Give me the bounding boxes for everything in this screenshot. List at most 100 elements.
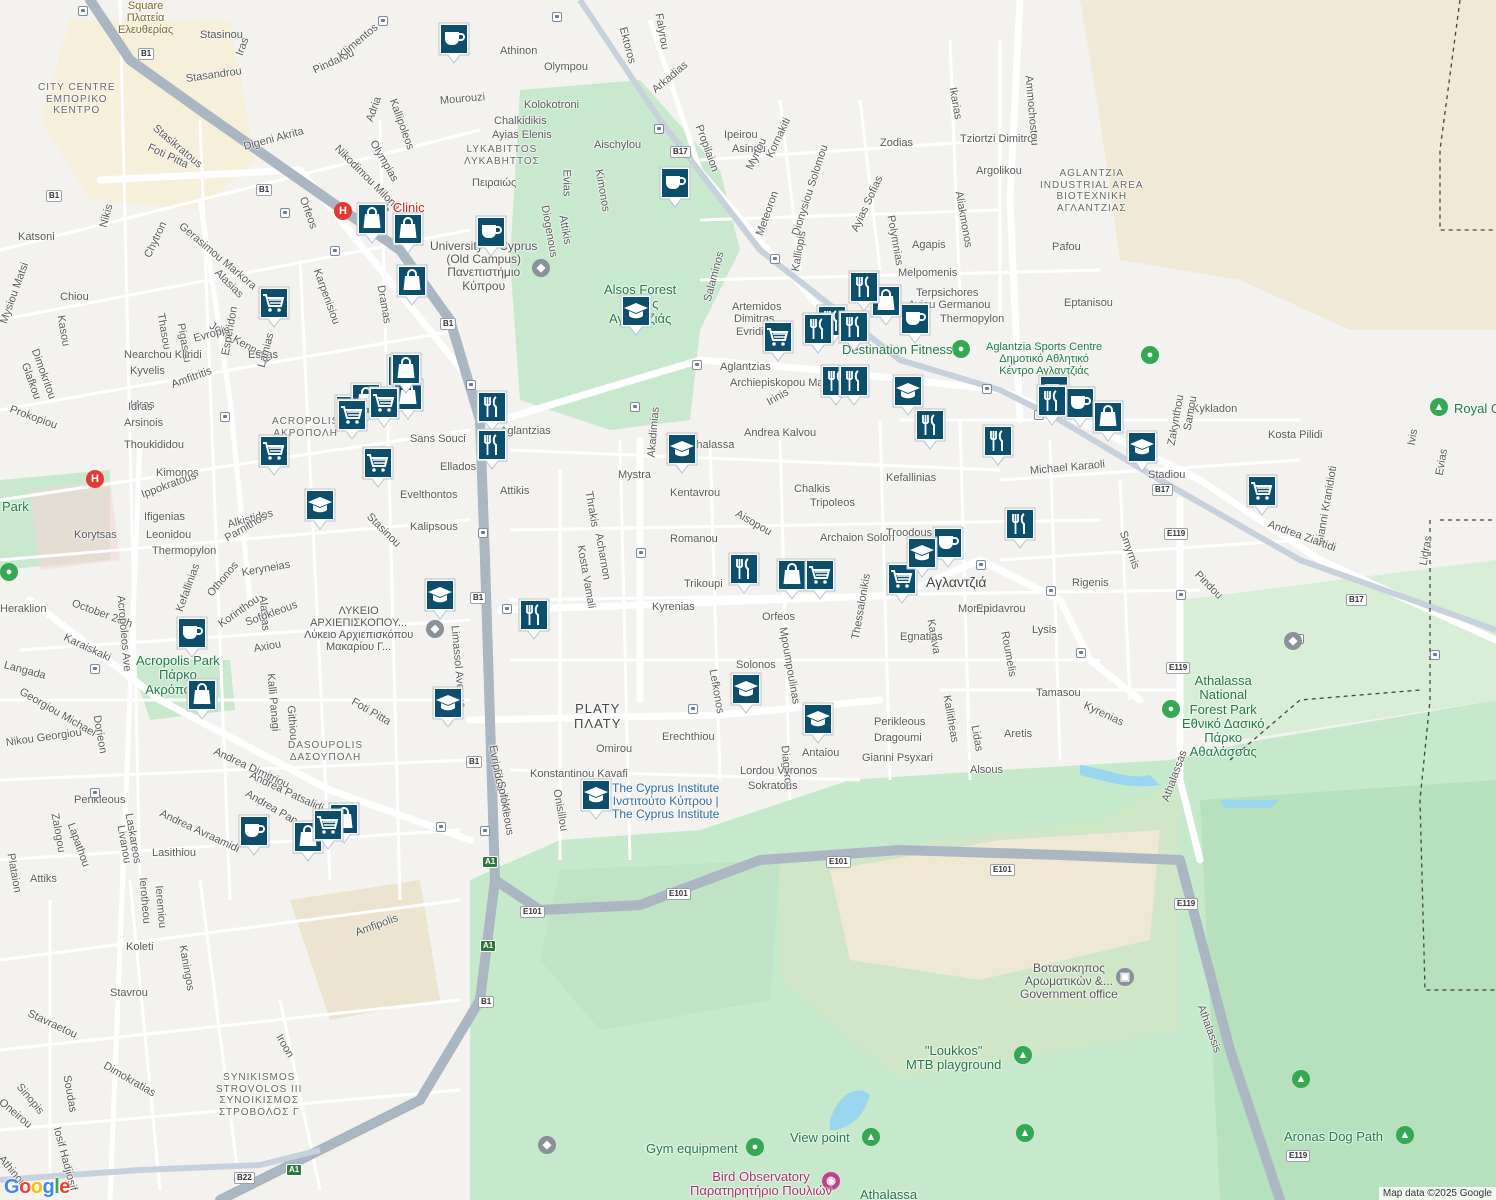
tree-icon[interactable]: ▲ — [1396, 1126, 1414, 1144]
government-office-icon[interactable]: ▣ — [1116, 968, 1134, 986]
bus-stop-icon[interactable] — [90, 664, 100, 674]
bus-stop-icon[interactable] — [630, 402, 640, 412]
poi-label-cyprus-institute[interactable]: The Cyprus Institute Ινστιτούτο Κύπρου |… — [612, 781, 719, 822]
coffee-cup-icon[interactable] — [236, 812, 272, 858]
bus-stop-icon[interactable] — [654, 124, 664, 134]
poi-label-botanical[interactable]: Βοτανοκηπος Αρωματικών &... Government o… — [1020, 961, 1118, 1002]
tree-icon[interactable]: ▲ — [1014, 1046, 1032, 1064]
shopping-bag-icon[interactable] — [354, 200, 390, 246]
park-icon[interactable]: ● — [1162, 700, 1180, 718]
university-icon[interactable]: ◆ — [538, 1136, 556, 1154]
fork-knife-icon[interactable] — [1034, 382, 1070, 428]
graduation-cap-icon[interactable] — [578, 776, 614, 822]
shopping-cart-icon[interactable] — [256, 432, 292, 478]
area-label-strovolos: SYNIKISMOS STROVOLOS III ΣΥΝΟΙΚΙΣΜΟΣ ΣΤΡ… — [216, 1072, 303, 1118]
graduation-cap-icon[interactable] — [302, 486, 338, 532]
fork-knife-icon[interactable] — [726, 550, 762, 596]
poi-label-aronas[interactable]: Aronas Dog Path — [1284, 1129, 1383, 1144]
street-label: Perikleous — [874, 716, 926, 728]
bus-stop-icon[interactable] — [1176, 590, 1186, 600]
tree-icon[interactable]: ▲ — [1016, 1124, 1034, 1142]
gym-icon[interactable]: ● — [952, 340, 970, 358]
bus-stop-icon[interactable] — [688, 704, 698, 714]
shopping-bag-icon[interactable] — [184, 676, 220, 722]
bus-stop-icon[interactable] — [770, 254, 780, 264]
shopping-cart-icon[interactable] — [802, 556, 838, 602]
sports-centre-icon[interactable]: ● — [1141, 346, 1159, 364]
graduation-cap-icon[interactable] — [618, 292, 654, 338]
fork-knife-icon[interactable] — [980, 422, 1016, 468]
road-shield: B1 — [46, 190, 63, 202]
poi-label-lykeio[interactable]: ΛΥΚΕΙΟ ΑΡΧΙΕΠΙΣΚΟΠΟΥ... Λύκειο Αρχιεπισκ… — [304, 605, 413, 653]
shopping-bag-icon[interactable] — [1090, 398, 1126, 444]
poi-label-square[interactable]: Square Πλατεία Ελευθερίας — [118, 0, 173, 36]
shopping-bag-icon[interactable] — [394, 262, 430, 308]
poi-label-gym-equipment[interactable]: Gym equipment — [646, 1141, 738, 1156]
university-icon[interactable]: ◆ — [1284, 632, 1302, 650]
street-label: Lordou Vyronos — [740, 765, 818, 777]
bus-stop-icon[interactable] — [436, 822, 446, 832]
graduation-cap-icon[interactable] — [800, 700, 836, 746]
gym-equipment-icon[interactable]: ● — [746, 1138, 764, 1156]
bus-stop-icon[interactable] — [280, 208, 290, 218]
graduation-cap-icon[interactable] — [890, 372, 926, 418]
coffee-cup-icon[interactable] — [473, 213, 509, 259]
bus-stop-icon[interactable] — [330, 246, 340, 256]
coffee-cup-icon[interactable] — [436, 20, 472, 66]
bus-stop-icon[interactable] — [1076, 648, 1086, 658]
tree-icon[interactable]: ▲ — [1292, 1070, 1310, 1088]
shopping-cart-icon[interactable] — [256, 284, 292, 330]
fork-knife-icon[interactable] — [474, 426, 510, 472]
hospital-icon[interactable]: H — [86, 470, 104, 488]
graduation-cap-icon[interactable] — [664, 430, 700, 476]
viewpoint-icon[interactable]: ▲ — [862, 1128, 880, 1146]
fork-knife-icon[interactable] — [836, 308, 872, 354]
poi-label-royal[interactable]: Royal G — [1454, 401, 1496, 416]
shopping-bag-icon[interactable] — [390, 210, 426, 256]
graduation-cap-icon[interactable] — [430, 684, 466, 730]
park-icon[interactable]: ● — [0, 563, 18, 581]
graduation-cap-icon[interactable] — [1124, 428, 1160, 474]
street-label: Chalkis — [794, 483, 831, 495]
bus-stop-icon[interactable] — [692, 360, 702, 370]
shopping-cart-icon[interactable] — [1244, 472, 1280, 518]
bus-stop-icon[interactable] — [478, 528, 488, 538]
street-label: Kyrenias — [652, 601, 695, 613]
poi-label-bird-observatory[interactable]: Bird Observatory Παρατηρητήριο Πουλιών — [690, 1169, 832, 1199]
bus-stop-icon[interactable] — [552, 12, 562, 22]
bus-stop-icon[interactable] — [1046, 586, 1056, 596]
tree-icon[interactable]: ▲ — [1430, 398, 1448, 416]
bus-stop-icon[interactable] — [78, 6, 88, 16]
shopping-cart-icon[interactable] — [310, 806, 346, 852]
poi-label-view-point[interactable]: View point — [790, 1130, 850, 1145]
graduation-cap-icon[interactable] — [422, 576, 458, 622]
school-place-icon[interactable]: ◆ — [426, 620, 444, 638]
fork-knife-icon[interactable] — [800, 310, 836, 356]
bus-stop-icon[interactable] — [1430, 650, 1440, 660]
shopping-cart-icon[interactable] — [366, 384, 402, 430]
road-shield: B17 — [670, 146, 691, 158]
poi-label-loukkos[interactable]: "Loukkos" MTB playground — [906, 1043, 1001, 1073]
hospital-icon[interactable]: H — [334, 202, 352, 220]
graduation-cap-icon[interactable] — [904, 534, 940, 580]
shopping-cart-icon[interactable] — [334, 396, 370, 442]
fork-knife-icon[interactable] — [1002, 505, 1038, 551]
bus-stop-icon[interactable] — [378, 16, 388, 26]
shopping-cart-icon[interactable] — [760, 318, 796, 364]
coffee-cup-icon[interactable] — [174, 614, 210, 660]
fork-knife-icon[interactable] — [836, 362, 872, 408]
bus-stop-icon[interactable] — [480, 826, 490, 836]
bus-stop-icon[interactable] — [502, 604, 512, 614]
fork-knife-icon[interactable] — [516, 596, 552, 642]
bus-stop-icon[interactable] — [982, 384, 992, 394]
bus-stop-icon[interactable] — [976, 560, 986, 570]
poi-label-park-left[interactable]: Park — [2, 499, 29, 514]
bus-stop-icon[interactable] — [90, 788, 100, 798]
bus-stop-icon[interactable] — [220, 412, 230, 422]
map-canvas[interactable]: CITY CENTRE ΕΜΠΟΡΙΚΟ ΚΕΝΤΡΟ LYKABITTOS Λ… — [0, 0, 1496, 1200]
poi-label-athalassa-park[interactable]: Athalassa National Forest Park Εθνικό Δα… — [1182, 673, 1264, 760]
graduation-cap-icon[interactable] — [728, 670, 764, 716]
coffee-cup-icon[interactable] — [657, 164, 693, 210]
shopping-cart-icon[interactable] — [360, 444, 396, 490]
bus-stop-icon[interactable] — [636, 548, 646, 558]
